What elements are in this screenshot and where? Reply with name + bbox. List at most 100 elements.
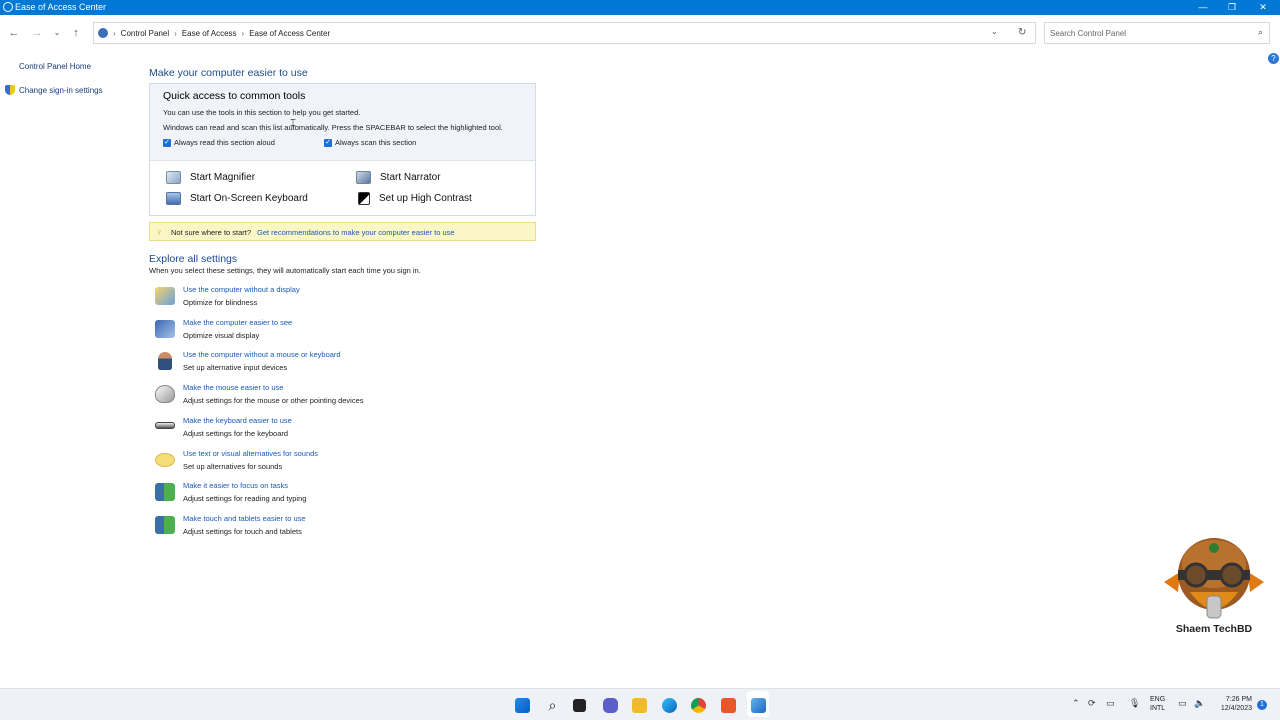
setting-link[interactable]: Make it easier to focus on tasks — [183, 481, 288, 490]
setting-item[interactable]: Use the computer without a display Optim… — [155, 285, 555, 315]
tray-app-icon[interactable]: ▭ — [1106, 698, 1115, 709]
setting-item[interactable]: Use the computer without a mouse or keyb… — [155, 350, 555, 380]
explore-heading: Explore all settings — [149, 253, 238, 265]
help-icon[interactable]: ? — [1268, 53, 1279, 64]
chrome-browser-icon[interactable] — [691, 698, 706, 713]
start-on-screen-keyboard-label: Start On-Screen Keyboard — [190, 193, 308, 204]
back-arrow-icon[interactable]: ← — [7, 26, 21, 40]
up-arrow-icon[interactable]: ↑ — [69, 26, 83, 40]
search-icon[interactable]: ⌕ — [545, 698, 560, 713]
user-focus-icon — [155, 483, 175, 501]
setting-item[interactable]: Make it easier to focus on tasks Adjust … — [155, 481, 555, 511]
title-bar: Ease of Access Center — ❐ ✕ — [0, 0, 1280, 15]
notification-badge[interactable]: 1 — [1257, 700, 1267, 710]
language-code: ENG — [1150, 696, 1166, 703]
setting-description: Set up alternative input devices — [183, 363, 288, 372]
touch-icon — [155, 516, 175, 534]
address-field[interactable]: › Control Panel › Ease of Access › Ease … — [93, 22, 1036, 44]
refresh-icon[interactable]: ↻ — [1018, 27, 1026, 38]
setting-link[interactable]: Make the mouse easier to use — [183, 383, 283, 392]
microphone-icon[interactable]: 🎙 — [1129, 698, 1140, 709]
show-hidden-icons-chevron-icon[interactable]: ⌃ — [1072, 698, 1080, 709]
sync-icon[interactable]: ⟳ — [1088, 698, 1096, 709]
person-icon — [158, 352, 172, 370]
search-icon[interactable]: ⌕ — [1258, 27, 1263, 38]
breadcrumb-ease-of-access[interactable]: Ease of Access — [182, 29, 237, 38]
quick-access-header: Quick access to common tools You can use… — [150, 84, 535, 161]
control-panel-home-link[interactable]: Control Panel Home — [19, 62, 91, 71]
setting-link[interactable]: Use the computer without a mouse or keyb… — [183, 350, 341, 359]
start-magnifier-button[interactable]: Start Magnifier — [166, 171, 255, 184]
scan-section-label: Always scan this section — [335, 138, 417, 147]
input-language[interactable]: ENG INTL — [1150, 695, 1165, 713]
network-icon[interactable]: ▭ — [1178, 698, 1187, 709]
address-dropdown-icon[interactable]: ⌄ — [991, 27, 998, 36]
setting-description: Optimize for blindness — [183, 298, 258, 307]
minimize-button[interactable]: — — [1188, 0, 1218, 15]
clock[interactable]: 7:26 PM 12/4/2023 — [1212, 695, 1252, 713]
setting-item[interactable]: Make the computer easier to see Optimize… — [155, 318, 555, 348]
forward-arrow-icon[interactable]: → — [30, 26, 44, 40]
read-aloud-label: Always read this section aloud — [174, 138, 275, 147]
search-input[interactable]: Search Control Panel ⌕ — [1044, 22, 1270, 44]
scan-section-checkbox[interactable]: ✓ Always scan this section — [324, 138, 416, 147]
setting-description: Adjust settings for touch and tablets — [183, 527, 302, 536]
magnifier-icon — [166, 171, 181, 184]
set-up-high-contrast-label: Set up High Contrast — [379, 193, 472, 204]
chat-icon[interactable] — [603, 698, 618, 713]
start-narrator-button[interactable]: Start Narrator — [356, 171, 441, 184]
edge-browser-icon[interactable] — [662, 698, 677, 713]
get-recommendations-link[interactable]: Get recommendations to make your compute… — [257, 228, 455, 237]
setting-description: Adjust settings for the keyboard — [183, 429, 289, 438]
read-aloud-checkbox[interactable]: ✓ Always read this section aloud — [163, 138, 275, 147]
keyboard-icon — [155, 422, 175, 429]
set-up-high-contrast-button[interactable]: Set up High Contrast — [358, 192, 472, 205]
setting-link[interactable]: Make touch and tablets easier to use — [183, 514, 306, 523]
breadcrumb-separator: › — [113, 28, 116, 38]
uac-shield-icon — [5, 85, 15, 95]
maximize-button[interactable]: ❐ — [1217, 0, 1247, 15]
volume-icon[interactable]: 🔈 — [1194, 698, 1205, 709]
search-placeholder: Search Control Panel — [1050, 29, 1127, 38]
checkbox-checked-icon: ✓ — [163, 138, 171, 147]
control-panel-icon — [98, 28, 108, 38]
quick-access-title: Quick access to common tools — [163, 90, 306, 102]
setting-link[interactable]: Use text or visual alternatives for soun… — [183, 449, 318, 458]
tip-question: Not sure where to start? — [171, 228, 252, 237]
start-windows-icon[interactable] — [515, 698, 530, 713]
recent-locations-chevron-icon[interactable]: ⌄ — [50, 26, 64, 40]
speech-bubble-icon — [155, 453, 175, 467]
setting-item[interactable]: Use text or visual alternatives for soun… — [155, 449, 555, 479]
mouse-icon — [155, 385, 175, 403]
narrator-icon — [356, 171, 371, 184]
breadcrumb-control-panel[interactable]: Control Panel — [121, 29, 169, 38]
setting-item[interactable]: Make the keyboard easier to use Adjust s… — [155, 416, 555, 446]
breadcrumb-ease-of-access-center[interactable]: Ease of Access Center — [249, 29, 330, 38]
setting-link[interactable]: Use the computer without a display — [183, 285, 300, 294]
control-panel-taskbar-icon[interactable] — [751, 698, 766, 713]
close-button[interactable]: ✕ — [1248, 0, 1278, 15]
task-view-icon[interactable] — [573, 699, 586, 712]
start-on-screen-keyboard-button[interactable]: Start On-Screen Keyboard — [166, 192, 308, 205]
ease-of-access-icon — [3, 2, 13, 12]
checkbox-checked-icon: ✓ — [324, 138, 332, 147]
breadcrumb: › Control Panel › Ease of Access › Ease … — [98, 28, 335, 38]
setting-item[interactable]: Make touch and tablets easier to use Adj… — [155, 514, 555, 544]
page-title: Make your computer easier to use — [149, 67, 308, 79]
setting-description: Adjust settings for reading and typing — [183, 494, 307, 503]
address-bar: ← → ⌄ ↑ › Control Panel › Ease of Access… — [0, 22, 1280, 44]
change-sign-in-settings-link[interactable]: Change sign-in settings — [19, 86, 103, 95]
file-explorer-icon[interactable] — [632, 698, 647, 713]
setting-item[interactable]: Make the mouse easier to use Adjust sett… — [155, 383, 555, 413]
quick-access-panel: Quick access to common tools You can use… — [149, 83, 536, 216]
clock-date: 12/4/2023 — [1220, 705, 1252, 712]
recommendations-tip: ♀ Not sure where to start? Get recommend… — [149, 222, 536, 241]
start-magnifier-label: Start Magnifier — [190, 172, 256, 183]
app-icon[interactable] — [721, 698, 736, 713]
clock-time: 7:26 PM — [1225, 696, 1252, 703]
window-title: Ease of Access Center — [15, 2, 107, 12]
setting-link[interactable]: Make the computer easier to see — [183, 318, 292, 327]
setting-link[interactable]: Make the keyboard easier to use — [183, 416, 292, 425]
setting-description: Adjust settings for the mouse or other p… — [183, 396, 364, 405]
on-screen-keyboard-icon — [166, 192, 181, 205]
